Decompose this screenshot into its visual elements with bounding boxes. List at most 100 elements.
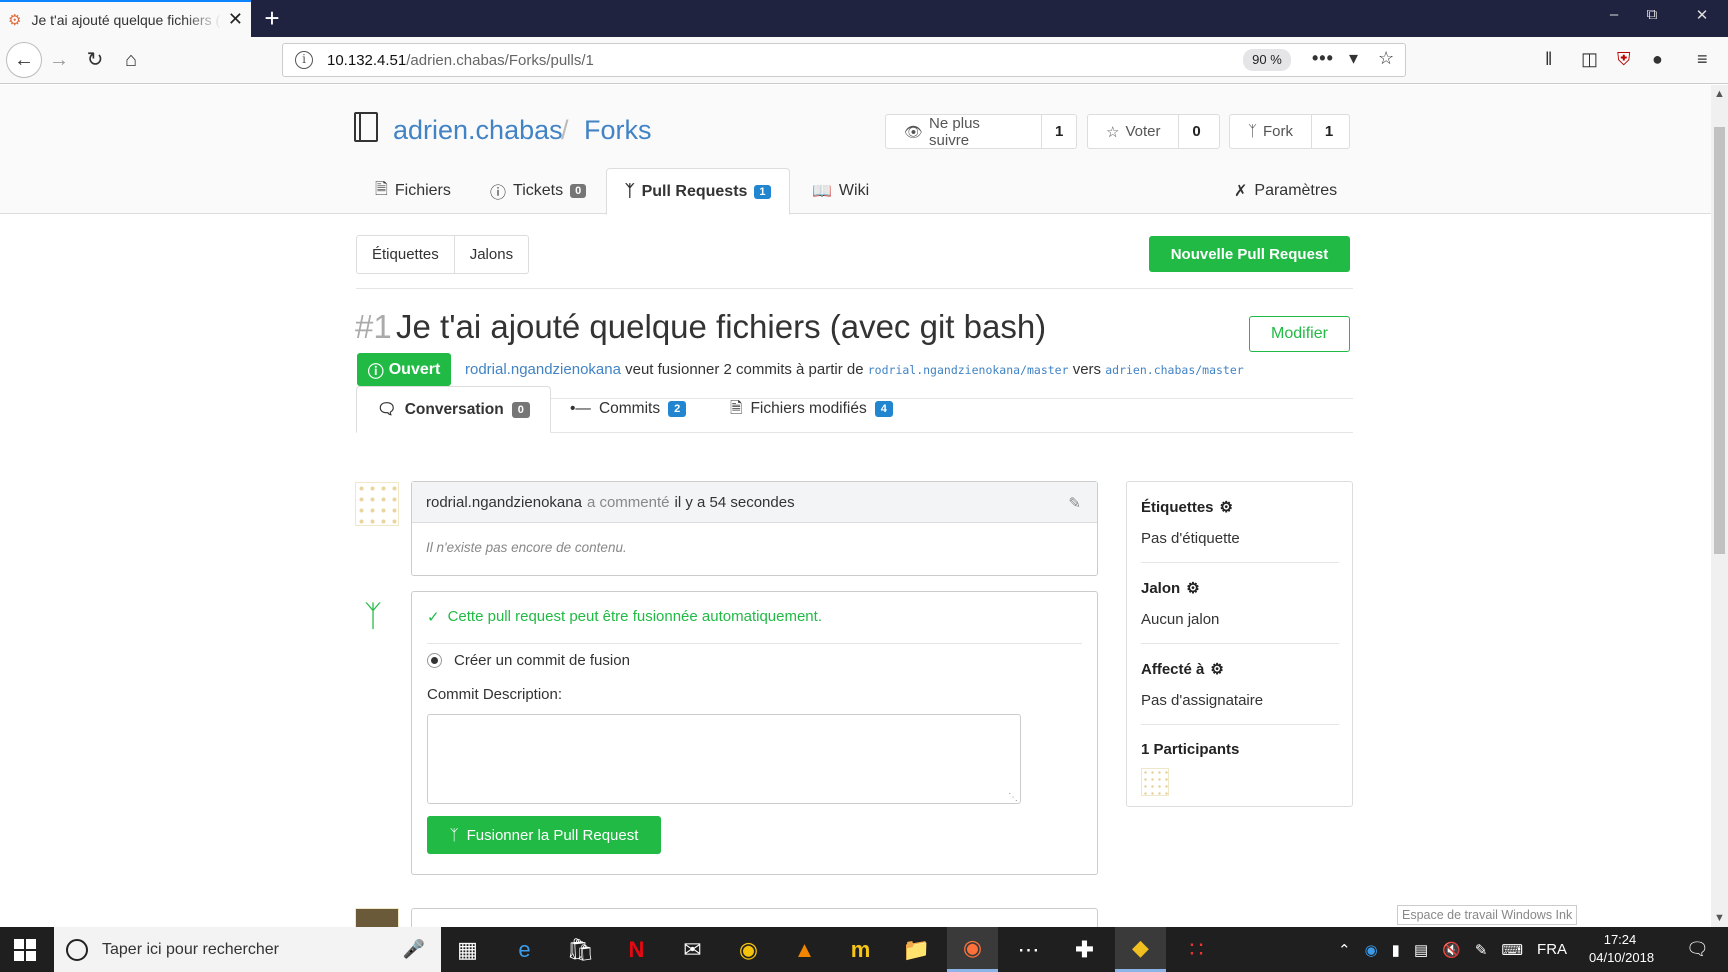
milestone-title[interactable]: Jalon ⚙ (1141, 579, 1200, 598)
assignee-value: Pas d'assignataire (1141, 692, 1264, 709)
avatar[interactable] (355, 908, 399, 927)
app-grid-icon[interactable]: ∷ (1171, 927, 1222, 972)
edit-button[interactable]: Modifier (1249, 316, 1350, 352)
tab-conversation-label: Conversation (404, 400, 504, 418)
extension-icon[interactable]: ● (1652, 49, 1663, 70)
battery-icon[interactable]: ▮ (1392, 941, 1400, 959)
skype-icon[interactable]: ◉ (1365, 941, 1378, 959)
base-branch-link[interactable]: adrien.chabas/master (1105, 363, 1243, 377)
windows-start-icon[interactable] (14, 939, 36, 961)
star-button[interactable]: ☆ Voter 0 (1087, 114, 1220, 149)
chevron-up-icon[interactable]: ⌃ (1338, 941, 1351, 959)
network-icon[interactable]: ▤ (1414, 941, 1428, 959)
pull-request-icon: ᛉ (625, 182, 635, 200)
zoom-indicator[interactable]: 90 % (1243, 49, 1291, 71)
tab-files[interactable]: 🗎 Fichiers (375, 168, 451, 214)
labels-title[interactable]: Étiquettes ⚙ (1141, 498, 1233, 517)
tools-icon: ✗ (1234, 183, 1248, 200)
clock[interactable]: 17:24 04/10/2018 (1589, 931, 1654, 967)
commit-icon: •— (570, 400, 591, 417)
keyboard-icon[interactable]: ⌨ (1501, 941, 1523, 959)
page-actions-icon[interactable]: ••• (1312, 48, 1334, 69)
language-indicator[interactable]: FRA (1537, 941, 1567, 958)
close-window-icon[interactable]: ✕ (1690, 6, 1714, 24)
scroll-up-icon[interactable]: ▲ (1714, 88, 1725, 100)
resize-handle-icon[interactable]: ⋱ (1008, 792, 1018, 803)
library-icon[interactable]: ‖ (1545, 49, 1552, 70)
radio-dot[interactable] (427, 653, 442, 668)
pen-ink-icon[interactable]: ✎ (1475, 941, 1488, 959)
scroll-down-icon[interactable]: ▼ (1714, 912, 1725, 924)
home-icon[interactable]: ⌂ (114, 43, 148, 77)
ublock-icon[interactable]: ⛨ (1617, 49, 1631, 70)
labels-filter-button[interactable]: Étiquettes (357, 236, 454, 273)
tab-pull-requests-label: Pull Requests (641, 182, 748, 200)
reload-icon[interactable]: ↻ (78, 43, 112, 77)
assignee-title[interactable]: Affecté à ⚙ (1141, 660, 1224, 679)
participant-avatar[interactable] (1141, 768, 1169, 796)
tab-pull-requests[interactable]: ᛉ Pull Requests 1 (606, 168, 790, 215)
forward-icon[interactable]: → (42, 43, 76, 77)
gear-icon[interactable]: ⚙ (1210, 660, 1223, 678)
chrome-icon[interactable]: ◉ (723, 927, 774, 972)
notification-icon[interactable]: 🗨 (1686, 939, 1709, 960)
tab-conversation[interactable]: 🗨 Conversation 0 (356, 386, 551, 433)
gitkraken-icon[interactable]: ◆ (1115, 927, 1166, 972)
tab-files-changed[interactable]: 🗎 Fichiers modifiés 4 (730, 386, 893, 432)
gear-icon[interactable]: ⚙ (1220, 498, 1233, 516)
milestones-filter-button[interactable]: Jalons (453, 236, 528, 273)
task-view-icon[interactable]: ▦ (442, 927, 493, 972)
new-pull-request-button[interactable]: Nouvelle Pull Request (1149, 236, 1350, 272)
commit-description-textarea[interactable]: ⋱ (427, 714, 1021, 804)
tab-commits[interactable]: •— Commits 2 (570, 386, 687, 432)
pocket-icon[interactable]: ▾ (1349, 48, 1358, 69)
back-icon[interactable]: ← (6, 42, 42, 78)
repo-owner-link[interactable]: adrien.chabas (393, 115, 563, 146)
scrollbar-thumb[interactable] (1714, 127, 1725, 554)
fork-button[interactable]: ᛉ Fork 1 (1229, 114, 1350, 149)
tab-settings[interactable]: ✗ Paramètres (1234, 168, 1337, 214)
plus-app-icon[interactable]: ✚ (1059, 927, 1110, 972)
mail-icon[interactable]: ✉ (667, 927, 718, 972)
close-tab-icon[interactable]: ✕ (228, 9, 243, 30)
app-dots-icon[interactable]: ⋯ (1003, 927, 1054, 972)
new-tab-icon[interactable]: + (257, 4, 287, 34)
minimize-icon[interactable]: – (1602, 6, 1626, 23)
repo-name-link[interactable]: Forks (584, 115, 652, 146)
star-count[interactable]: 0 (1179, 115, 1213, 148)
pencil-icon[interactable]: ✎ (1068, 494, 1081, 512)
watch-count[interactable]: 1 (1042, 115, 1076, 148)
labels-value: Pas d'étiquette (1141, 530, 1240, 547)
sidebar-icon[interactable]: ◫ (1581, 49, 1598, 70)
menu-icon[interactable]: ≡ (1697, 49, 1708, 70)
gear-icon[interactable]: ⚙ (1186, 579, 1199, 597)
netflix-icon[interactable]: N (611, 927, 662, 972)
app-m-icon[interactable]: m (835, 927, 886, 972)
head-branch-link[interactable]: rodrial.ngandzienokana/master (868, 363, 1069, 377)
fork-count[interactable]: 1 (1312, 115, 1346, 148)
tab-issues[interactable]: ⓘ Tickets 0 (490, 168, 587, 214)
volume-muted-icon[interactable]: 🔇 (1442, 941, 1461, 959)
merge-commit-radio[interactable]: Créer un commit de fusion (427, 652, 630, 669)
tab-wiki[interactable]: 📖 Wiki (812, 168, 869, 214)
file-explorer-icon[interactable]: 📁 (891, 927, 942, 972)
avatar[interactable] (355, 482, 399, 526)
author-link[interactable]: rodrial.ngandzienokana (465, 361, 621, 378)
microphone-icon[interactable]: 🎤 (403, 939, 425, 960)
tab-issues-label: Tickets (513, 182, 564, 199)
page-scrollbar[interactable]: ▲ ▼ (1711, 85, 1728, 927)
store-icon[interactable]: 🛍 (555, 927, 606, 972)
watch-button[interactable]: 👁 Ne plus suivre 1 (885, 114, 1077, 149)
site-info-icon[interactable]: i (295, 51, 313, 69)
vlc-icon[interactable]: ▲ (779, 927, 830, 972)
restore-icon[interactable]: ⧉ (1640, 6, 1664, 23)
firefox-icon[interactable]: ◉ (947, 927, 998, 972)
url-bar[interactable]: i 10.132.4.51/adrien.chabas/Forks/pulls/… (282, 43, 1406, 77)
comment-author[interactable]: rodrial.ngandzienokana (426, 494, 582, 511)
browser-tab[interactable]: ⚙ Je t'ai ajouté quelque fichiers ( ✕ (0, 0, 251, 37)
bookmark-star-icon[interactable]: ☆ (1378, 48, 1394, 69)
issue-icon: ⓘ (490, 185, 507, 202)
merge-button[interactable]: ᛉ Fusionner la Pull Request (427, 816, 661, 854)
edge-icon[interactable]: e (499, 927, 550, 972)
taskbar-search[interactable]: Taper ici pour rechercher 🎤 (54, 927, 441, 972)
